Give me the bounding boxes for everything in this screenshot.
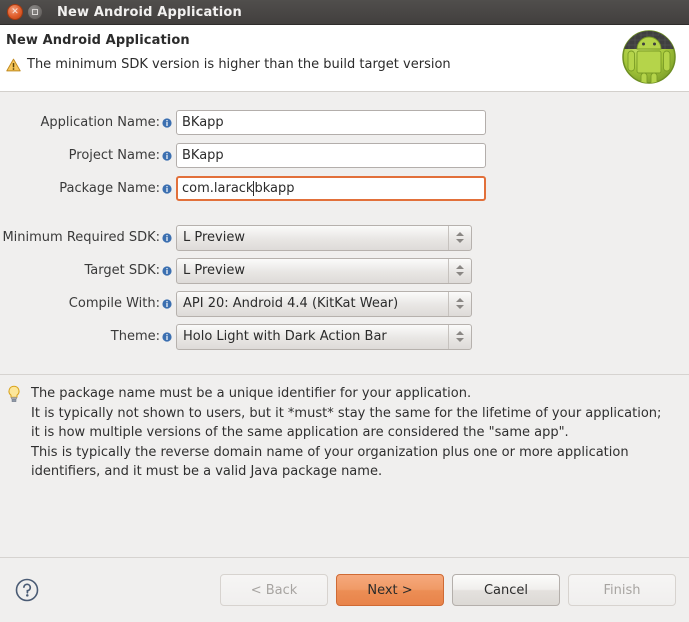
project-form: Application Name: BKapp Project Name: BK… xyxy=(0,92,689,353)
theme-dropdown[interactable]: Holo Light with Dark Action Bar xyxy=(176,323,472,350)
cancel-button[interactable]: Cancel xyxy=(452,574,560,606)
question-mark-help-icon[interactable] xyxy=(14,577,40,603)
close-icon[interactable]: ✕ xyxy=(7,4,23,20)
chevron-updown-icon[interactable] xyxy=(448,258,471,283)
window-title: New Android Application xyxy=(57,4,242,20)
label-application-name: Application Name: xyxy=(40,115,160,130)
back-button[interactable]: < Back xyxy=(220,574,328,606)
project-name-input[interactable]: BKapp xyxy=(176,143,486,168)
target-sdk-value: L Preview xyxy=(183,263,245,278)
finish-button[interactable]: Finish xyxy=(568,574,676,606)
chevron-updown-icon[interactable] xyxy=(448,324,471,349)
help-separator xyxy=(0,374,689,375)
dialog-body: Application Name: BKapp Project Name: BK… xyxy=(0,92,689,557)
minimum-required-sdk-dropdown[interactable]: L Preview xyxy=(176,224,472,251)
label-package-name: Package Name: xyxy=(59,181,160,196)
validation-message-row: The minimum SDK version is higher than t… xyxy=(6,57,689,72)
button-bar: < Back Next > Cancel Finish xyxy=(0,558,689,622)
help-line-5: identifiers, and it must be a valid Java… xyxy=(31,464,383,479)
window-titlebar: ✕ New Android Application xyxy=(0,0,689,25)
field-row-application-name: Application Name: BKapp xyxy=(0,106,689,139)
minimum-required-sdk-value: L Preview xyxy=(183,230,245,245)
label-minimum-required-sdk: Minimum Required SDK: xyxy=(2,230,160,245)
field-row-compile-with: Compile With: API 20: Android 4.4 (KitKa… xyxy=(0,287,689,320)
project-name-value: BKapp xyxy=(182,148,224,163)
field-row-project-name: Project Name: BKapp xyxy=(0,139,689,172)
info-icon[interactable] xyxy=(162,265,172,276)
field-row-target-sdk: Target SDK: L Preview xyxy=(0,254,689,287)
help-text: The package name must be a unique identi… xyxy=(31,384,661,482)
info-icon[interactable] xyxy=(162,331,172,342)
label-project-name: Project Name: xyxy=(68,148,160,163)
help-line-2: It is typically not shown to users, but … xyxy=(31,405,662,421)
target-sdk-dropdown[interactable]: L Preview xyxy=(176,257,472,284)
field-row-minimum-required-sdk: Minimum Required SDK: L Preview xyxy=(0,221,689,254)
label-theme: Theme: xyxy=(110,329,160,344)
page-title: New Android Application xyxy=(6,33,190,48)
next-button[interactable]: Next > xyxy=(336,574,444,606)
info-icon[interactable] xyxy=(162,232,172,243)
chevron-updown-icon[interactable] xyxy=(448,225,471,250)
validation-message-text: The minimum SDK version is higher than t… xyxy=(27,57,451,72)
application-name-input[interactable]: BKapp xyxy=(176,110,486,135)
info-icon[interactable] xyxy=(162,183,172,194)
label-target-sdk: Target SDK: xyxy=(84,263,160,278)
lightbulb-icon xyxy=(8,385,20,402)
field-row-theme: Theme: Holo Light with Dark Action Bar xyxy=(0,320,689,353)
android-robot-icon xyxy=(622,30,676,84)
compile-with-dropdown[interactable]: API 20: Android 4.4 (KitKat Wear) xyxy=(176,290,472,317)
info-icon[interactable] xyxy=(162,298,172,309)
help-line-3: it is how multiple versions of the same … xyxy=(31,425,569,440)
package-name-input[interactable]: com.larack bkapp xyxy=(176,176,486,201)
package-name-value-before-caret: com.larack xyxy=(182,181,254,196)
label-compile-with: Compile With: xyxy=(68,296,160,311)
compile-with-value: API 20: Android 4.4 (KitKat Wear) xyxy=(183,296,399,311)
chevron-updown-icon[interactable] xyxy=(448,291,471,316)
theme-value: Holo Light with Dark Action Bar xyxy=(183,329,387,344)
field-row-package-name: Package Name: com.larack bkapp xyxy=(0,172,689,205)
warning-triangle-icon xyxy=(6,58,21,71)
info-icon[interactable] xyxy=(162,117,172,128)
help-line-1: The package name must be a unique identi… xyxy=(31,386,472,401)
help-line-4: This is typically the reverse domain nam… xyxy=(31,444,629,460)
dialog-header: New Android Application The minimum SDK … xyxy=(0,25,689,92)
application-name-value: BKapp xyxy=(182,115,224,130)
maximize-icon[interactable] xyxy=(27,4,43,20)
info-icon[interactable] xyxy=(162,150,172,161)
package-name-value-after-caret: bkapp xyxy=(254,181,295,196)
help-panel: The package name must be a unique identi… xyxy=(0,384,689,482)
